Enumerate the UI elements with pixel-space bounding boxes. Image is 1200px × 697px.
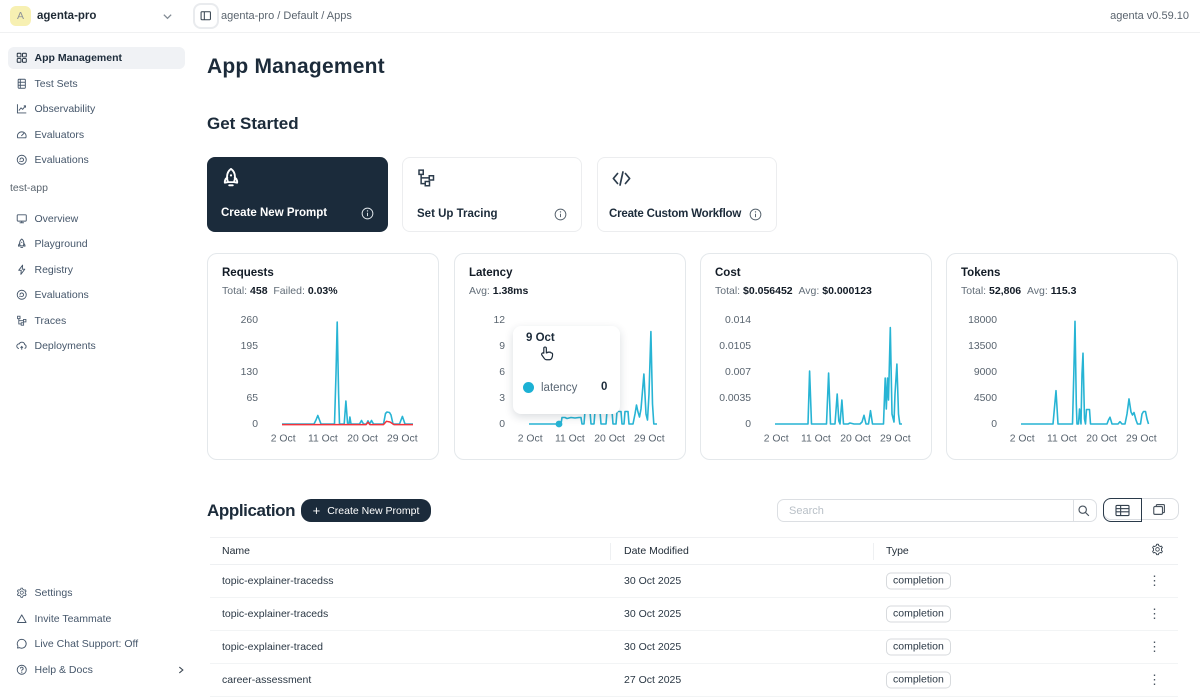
svg-text:6: 6 bbox=[499, 367, 505, 378]
svg-text:0: 0 bbox=[991, 419, 997, 430]
svg-text:4500: 4500 bbox=[974, 393, 997, 404]
svg-text:0.0035: 0.0035 bbox=[719, 393, 751, 404]
svg-text:9000: 9000 bbox=[974, 367, 997, 378]
svg-text:65: 65 bbox=[246, 393, 258, 404]
svg-text:2 Oct: 2 Oct bbox=[764, 433, 789, 444]
svg-text:2 Oct: 2 Oct bbox=[1010, 433, 1035, 444]
svg-text:195: 195 bbox=[241, 341, 259, 352]
svg-text:11 Oct: 11 Oct bbox=[1047, 433, 1077, 444]
svg-text:13500: 13500 bbox=[968, 341, 997, 352]
svg-text:0: 0 bbox=[499, 419, 505, 430]
svg-text:20 Oct: 20 Oct bbox=[840, 433, 871, 444]
svg-text:0.007: 0.007 bbox=[725, 367, 751, 378]
svg-text:130: 130 bbox=[241, 367, 259, 378]
svg-text:0: 0 bbox=[252, 419, 258, 430]
svg-text:18000: 18000 bbox=[968, 315, 997, 326]
svg-text:2 Oct: 2 Oct bbox=[271, 433, 296, 444]
svg-text:20 Oct: 20 Oct bbox=[347, 433, 378, 444]
svg-text:0.0105: 0.0105 bbox=[719, 341, 751, 352]
svg-text:2 Oct: 2 Oct bbox=[518, 433, 543, 444]
svg-text:29 Oct: 29 Oct bbox=[1126, 433, 1157, 444]
svg-text:0: 0 bbox=[745, 419, 751, 430]
svg-text:11 Oct: 11 Oct bbox=[801, 433, 831, 444]
svg-text:29 Oct: 29 Oct bbox=[387, 433, 418, 444]
svg-text:3: 3 bbox=[499, 393, 505, 404]
svg-text:9: 9 bbox=[499, 341, 505, 352]
svg-text:29 Oct: 29 Oct bbox=[634, 433, 665, 444]
svg-text:12: 12 bbox=[493, 315, 505, 326]
svg-text:20 Oct: 20 Oct bbox=[1086, 433, 1117, 444]
svg-text:0.014: 0.014 bbox=[725, 315, 751, 326]
svg-text:11 Oct: 11 Oct bbox=[308, 433, 338, 444]
svg-text:20 Oct: 20 Oct bbox=[594, 433, 625, 444]
svg-text:11 Oct: 11 Oct bbox=[555, 433, 585, 444]
svg-text:260: 260 bbox=[241, 315, 259, 326]
svg-text:29 Oct: 29 Oct bbox=[880, 433, 911, 444]
